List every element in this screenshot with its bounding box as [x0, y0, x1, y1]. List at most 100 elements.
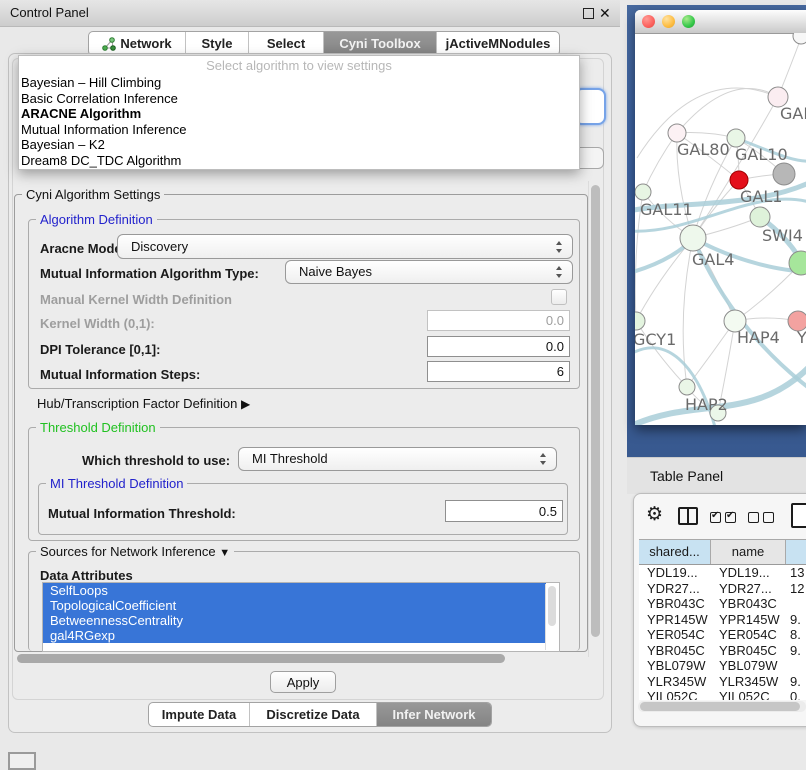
table-row[interactable]: YBR043CYBR043C [639, 596, 806, 612]
column-header-shared-[interactable]: shared... [639, 540, 711, 564]
table-row[interactable]: YDL19...YDL19...13 [639, 565, 806, 581]
manual-kernel-label: Manual Kernel Width Definition [40, 292, 232, 307]
table-row[interactable]: YPR145WYPR145W9. [639, 612, 806, 628]
attribute-item-betweennesscentrality[interactable]: BetweennessCentrality [43, 613, 546, 628]
table-cell: YBL079W [711, 658, 786, 674]
table-row[interactable]: YDR27...YDR27...12 [639, 581, 806, 597]
dropdown-option-mutual-information-inference[interactable]: Mutual Information Inference [19, 122, 579, 138]
close-icon[interactable]: ✕ [599, 4, 611, 22]
bottom-tab-impute-data[interactable]: Impute Data [149, 703, 249, 726]
float-window-icon[interactable] [583, 8, 594, 19]
table-cell: YDR27... [639, 581, 711, 597]
sources-toggle[interactable]: Sources for Network Inference ▼ [36, 545, 234, 560]
table-cell [786, 658, 806, 674]
tab-network[interactable]: Network [89, 32, 185, 55]
mi-steps-input[interactable] [427, 361, 570, 382]
aracne-mode-select[interactable]: Discovery [117, 234, 573, 259]
mi-type-label: Mutual Information Algorithm Type: [40, 266, 259, 281]
table-cell: YBR043C [639, 596, 711, 612]
table-panel: ⚙ shared...name YDL19...YDL19...13YDR27.… [633, 493, 806, 727]
split-columns-icon[interactable] [678, 507, 698, 525]
mi-type-value: Naive Bayes [299, 264, 372, 279]
minimize-traffic-light-icon[interactable] [662, 15, 675, 28]
node-label-hap4: HAP4 [737, 328, 780, 347]
attribute-item-selfloops[interactable]: SelfLoops [43, 583, 546, 598]
settings-vertical-scrollbar[interactable] [588, 181, 602, 657]
table-row[interactable]: YLR345WYLR345W9. [639, 674, 806, 690]
deselect-all-checkboxes-icon[interactable] [748, 511, 778, 526]
tab-cyni-toolbox[interactable]: Cyni Toolbox [323, 32, 436, 55]
dropdown-option-aracne-algorithm[interactable]: ARACNE Algorithm [19, 106, 579, 122]
zoom-traffic-light-icon[interactable] [682, 15, 695, 28]
mi-type-select[interactable]: Naive Bayes [285, 260, 573, 284]
tab-select[interactable]: Select [248, 32, 323, 55]
table-cell: 12 [786, 581, 806, 597]
collapse-down-icon: ▼ [219, 547, 230, 560]
network-canvas[interactable]: GAL7GAL80GAL10GAL1GAL11SWI4GAL4GCY1HAP4Y… [635, 33, 806, 425]
attribute-item-topologicalcoefficient[interactable]: TopologicalCoefficient [43, 598, 546, 613]
network-node-gal4[interactable] [680, 225, 706, 251]
network-window-titlebar[interactable] [635, 10, 806, 34]
data-attributes-list[interactable]: SelfLoopsTopologicalCoefficientBetweenne… [42, 582, 560, 652]
select-all-checkboxes-icon[interactable] [710, 511, 740, 526]
file-icon[interactable] [791, 503, 806, 528]
data-attributes-label: Data Attributes [40, 568, 133, 583]
mi-threshold-label: Mutual Information Threshold: [48, 506, 236, 521]
kernel-width-input[interactable] [427, 310, 570, 331]
node-label-y: Y [796, 328, 806, 347]
tab-label: Select [267, 32, 305, 55]
hub-definition-toggle[interactable]: Hub/Transcription Factor Definition ▶ [37, 396, 250, 411]
network-node[interactable] [793, 33, 806, 44]
manual-kernel-checkbox[interactable] [551, 289, 567, 305]
network-node-gcy1[interactable] [635, 312, 645, 330]
tab-label: Style [201, 32, 232, 55]
mi-threshold-group-title: MI Threshold Definition [46, 477, 187, 490]
network-node-hap2[interactable] [679, 379, 695, 395]
network-node-swi4[interactable] [750, 207, 770, 227]
tab-jactivemnodules[interactable]: jActiveMNodules [436, 32, 559, 55]
dpi-tolerance-input[interactable] [427, 336, 570, 357]
table-row[interactable]: YBL079WYBL079W [639, 658, 806, 674]
which-threshold-value: MI Threshold [252, 451, 328, 466]
dropdown-option-dream8-dc-tdc-algorithm[interactable]: Dream8 DC_TDC Algorithm [19, 153, 579, 169]
table-cell: YIL052C [639, 689, 711, 700]
close-traffic-light-icon[interactable] [642, 15, 655, 28]
settings-horizontal-scrollbar[interactable] [14, 652, 586, 666]
table-horizontal-scrollbar[interactable] [638, 701, 806, 712]
bottom-tab-discretize-data[interactable]: Discretize Data [249, 703, 376, 726]
which-threshold-select[interactable]: MI Threshold [238, 447, 557, 471]
column-header-name[interactable]: name [711, 540, 786, 564]
column-header-2[interactable] [786, 540, 806, 564]
network-icon [102, 37, 116, 51]
attribute-item-gal4rgexp[interactable]: gal4RGexp [43, 628, 546, 643]
dropdown-option-bayesian-k2[interactable]: Bayesian – K2 [19, 137, 579, 153]
table-cell: 9. [786, 674, 806, 690]
mi-threshold-input[interactable] [445, 500, 563, 522]
dropdown-option-bayesian-hill-climbing[interactable]: Bayesian – Hill Climbing [19, 75, 579, 91]
gear-icon[interactable]: ⚙ [646, 504, 663, 526]
table-row[interactable]: YIL052CYIL052C0. [639, 689, 806, 700]
table-cell: YBR043C [711, 596, 786, 612]
bottom-tab-infer-network[interactable]: Infer Network [376, 703, 491, 726]
dropdown-option-basic-correlation-inference[interactable]: Basic Correlation Inference [19, 91, 579, 107]
apply-button[interactable]: Apply [270, 671, 336, 693]
table-cell: YIL052C [711, 689, 786, 700]
mi-steps-label: Mutual Information Steps: [40, 367, 200, 382]
table-cell: YPR145W [711, 612, 786, 628]
attributes-scrollbar[interactable] [545, 584, 558, 650]
table-row[interactable]: YER054CYER054C8. [639, 627, 806, 643]
table-cell: YBL079W [639, 658, 711, 674]
network-node[interactable] [773, 163, 795, 185]
table-panel-header: Table Panel [627, 457, 806, 494]
table-row[interactable]: YBR045CYBR045C9. [639, 643, 806, 659]
aracne-mode-value: Discovery [131, 239, 188, 254]
which-threshold-label: Which threshold to use: [82, 453, 230, 468]
dpi-tolerance-label: DPI Tolerance [0,1]: [40, 342, 160, 357]
tab-style[interactable]: Style [185, 32, 248, 55]
dropdown-placeholder: Select algorithm to view settings [19, 56, 579, 75]
settings-group-title: Cyni Algorithm Settings [22, 188, 164, 201]
network-node-gal11[interactable] [635, 184, 651, 200]
dropdown-option-list: Bayesian – Hill ClimbingBasic Correlatio… [19, 75, 579, 169]
minimized-panel-icon[interactable] [8, 752, 36, 770]
table-header-row: shared...name [639, 539, 806, 565]
